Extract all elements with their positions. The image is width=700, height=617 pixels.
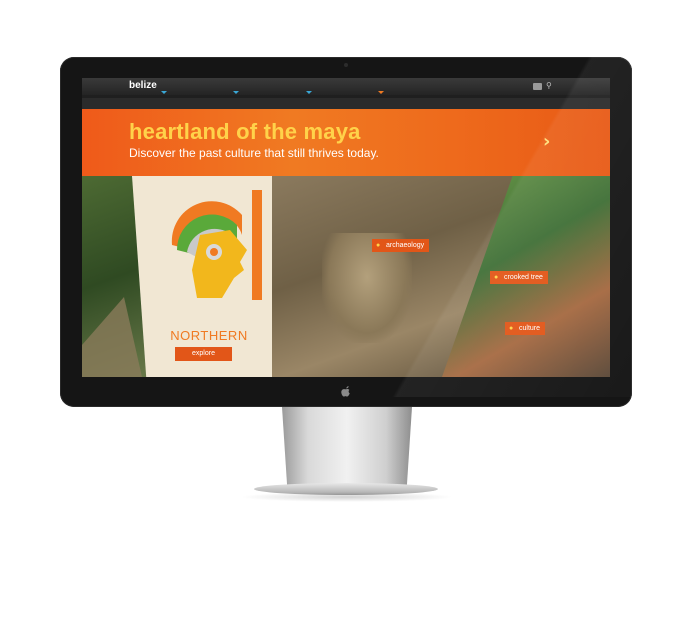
- hero-banner: heartland of the maya Discover the past …: [82, 109, 610, 176]
- nav-marker-3[interactable]: [306, 91, 312, 94]
- map-pin-icon: ●: [376, 242, 381, 249]
- banner-title: heartland of the maya: [129, 119, 361, 144]
- monitor-stand: [282, 407, 412, 487]
- explore-button[interactable]: explore: [175, 347, 232, 361]
- tag-label: archaeology: [386, 242, 425, 249]
- map-pin-icon: ●: [494, 274, 499, 281]
- maya-head-illustration: [171, 190, 262, 300]
- tag-archaeology[interactable]: ● archaeology: [372, 239, 430, 252]
- stand-shadow: [240, 492, 454, 502]
- nav-marker-4[interactable]: [378, 91, 384, 94]
- site-logo[interactable]: belize: [129, 80, 157, 91]
- map-pin-icon: ●: [509, 325, 514, 332]
- nav-marker-2[interactable]: [233, 91, 239, 94]
- top-navbar: belize ⚲: [82, 78, 610, 95]
- search-icon[interactable]: ⚲: [546, 81, 552, 90]
- tag-label: crooked tree: [504, 274, 543, 281]
- chevron-right-icon[interactable]: ›: [543, 131, 550, 152]
- tag-culture[interactable]: ● culture: [505, 322, 546, 335]
- camera-icon[interactable]: [533, 83, 542, 90]
- camera-dot: [344, 63, 348, 67]
- apple-logo-icon: [341, 386, 350, 397]
- tag-label: culture: [519, 325, 541, 332]
- monitor-frame: belize ⚲ heartland of the maya Discover …: [60, 57, 632, 407]
- region-title: NORTHERN: [170, 328, 248, 343]
- banner-subtitle: Discover the past culture that still thr…: [129, 146, 379, 160]
- nav-marker-1[interactable]: [161, 91, 167, 94]
- tag-crooked-tree[interactable]: ● crooked tree: [490, 271, 548, 284]
- screen: belize ⚲ heartland of the maya Discover …: [82, 78, 610, 377]
- navbar-divider: [82, 95, 610, 98]
